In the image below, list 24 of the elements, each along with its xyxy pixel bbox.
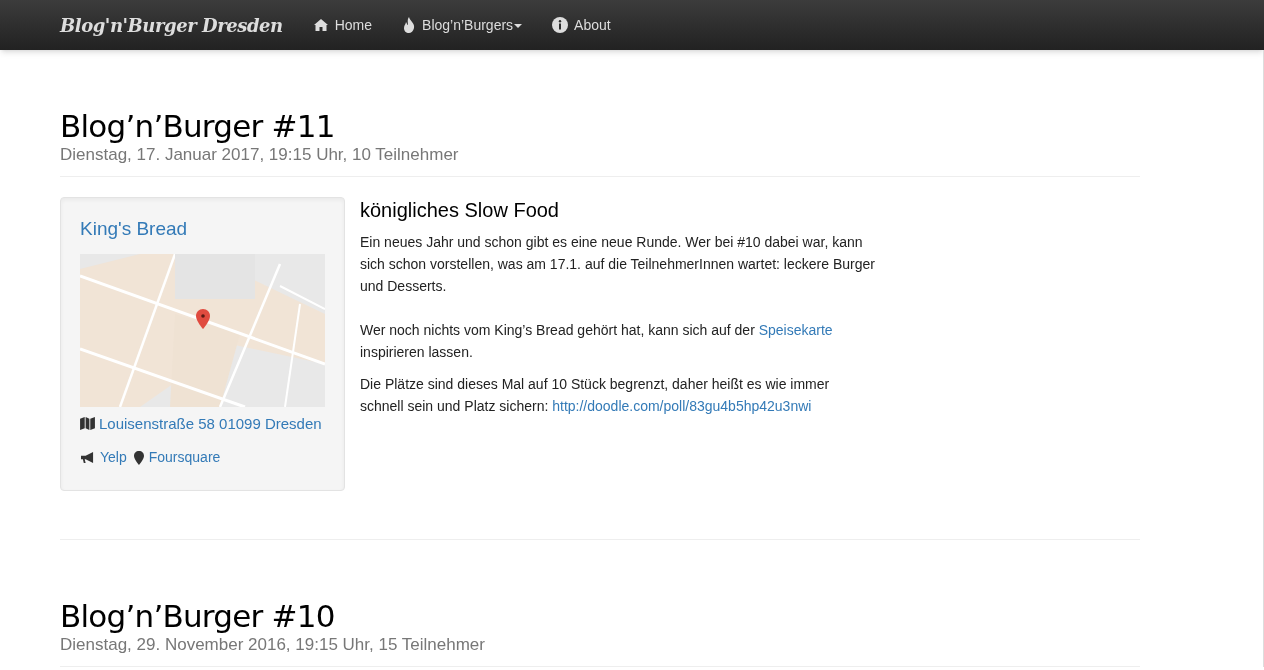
venue-profile-link[interactable]: Yelp: [100, 447, 127, 468]
event-description: Ein neues Jahr und schon gibt es eine neue Runde. Wer bei #10 dabei war, kann sich schon vorstellen, was am 17.1. auf die TeilnehmerInnen wartet: leckere Burger und Desserts.: [360, 233, 875, 296]
event-subtitle: Dienstag, 17. Januar 2017, 19:15 Uhr, 10 Teilnehmer: [60, 144, 460, 166]
map-icon: [80, 417, 95, 431]
event-title: Blog’n’Burger #11: [60, 108, 336, 144]
megaphone-icon: [80, 451, 95, 464]
brand-link[interactable]: Blog'n'Burger Dresden: [60, 11, 283, 39]
flame-icon: [402, 17, 417, 33]
home-icon: [312, 18, 329, 32]
event-description: Die Plätze sind dieses Mal auf 10 Stück begrenzt, daher heißt es wie immer schnell sein und Platz sichern: http://doodle.com/poll/83gu4b5hp42u3nwi: [360, 375, 831, 416]
nav-link[interactable]: Home: [312, 14, 373, 36]
venue-link[interactable]: King's Bread: [80, 215, 325, 244]
nav-link[interactable]: About: [552, 14, 611, 36]
map-pin-icon: [133, 450, 144, 465]
info-icon: [552, 17, 569, 33]
text-link[interactable]: http://doodle.com/poll/83gu4b5hp42u3nwi: [552, 398, 812, 414]
nav-link[interactable]: Blog’n’Burgers: [402, 14, 523, 36]
address-link[interactable]: Louisenstraße 58 01099 Dresden: [99, 412, 322, 435]
event-heading: königliches Slow Food: [360, 198, 560, 223]
venue-profile-link[interactable]: Foursquare: [148, 447, 221, 468]
text-link[interactable]: Speisekarte: [758, 322, 833, 338]
event-title: Blog’n’Burger #10: [60, 598, 336, 634]
event-description: Wer noch nichts vom King’s Bread gehört hat, kann sich auf der Speisekarte inspirieren lassen.: [360, 321, 834, 362]
event-subtitle: Dienstag, 29. November 2016, 19:15 Uhr, 15 Teilnehmer: [60, 634, 486, 656]
